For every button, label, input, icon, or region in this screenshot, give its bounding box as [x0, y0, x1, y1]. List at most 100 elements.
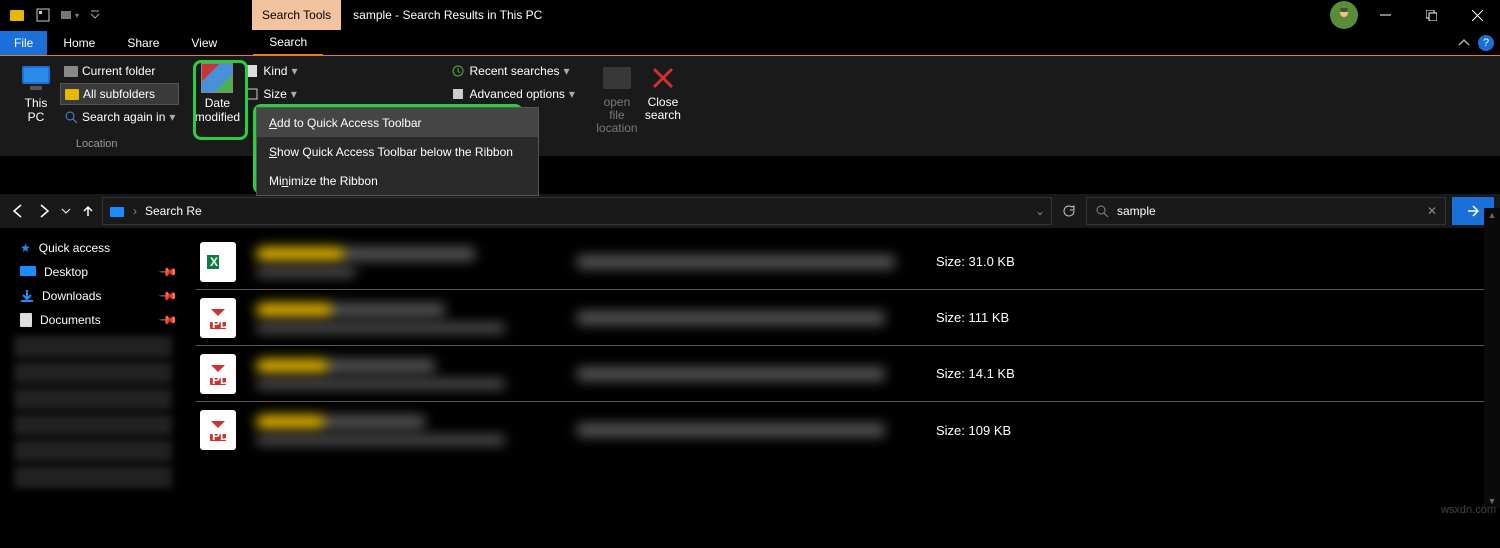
- content-area: ★Quick access Desktop📌 Downloads📌 Docume…: [0, 228, 1500, 548]
- folder-icon: [65, 89, 79, 100]
- path-redacted: [576, 255, 896, 269]
- pin-icon: 📌: [158, 310, 178, 330]
- filename-redacted: [256, 359, 436, 373]
- excel-file-icon: X: [200, 242, 236, 282]
- window-title: sample - Search Results in This PC: [353, 8, 542, 22]
- menu-search[interactable]: Search: [253, 30, 323, 56]
- svg-text:PDF: PDF: [212, 429, 229, 443]
- history-dropdown[interactable]: [58, 199, 74, 223]
- contextual-tab-search-tools[interactable]: Search Tools: [252, 0, 341, 30]
- ctx-add-to-qat[interactable]: Add to Quick Access Toolbar: [257, 108, 538, 137]
- svg-text:X: X: [210, 255, 218, 269]
- scroll-up-icon[interactable]: ▲: [1488, 210, 1497, 220]
- sidebar-item-redacted[interactable]: [14, 388, 172, 410]
- new-folder-icon[interactable]: ▾: [58, 4, 80, 26]
- file-size: Size: 14.1 KB: [936, 366, 1116, 381]
- clear-search-icon[interactable]: ✕: [1427, 204, 1437, 218]
- minimize-button[interactable]: [1362, 0, 1408, 30]
- maximize-button[interactable]: [1408, 0, 1454, 30]
- open-file-location-button[interactable]: open file location: [595, 60, 639, 138]
- sidebar-item-redacted[interactable]: [14, 414, 172, 436]
- pdf-file-icon: PDF: [200, 298, 236, 338]
- path-redacted: [576, 423, 886, 437]
- filename-redacted: [256, 415, 426, 429]
- advanced-options[interactable]: Advanced options▾: [447, 83, 578, 105]
- qat-dropdown-icon[interactable]: [84, 4, 106, 26]
- path-redacted: [576, 311, 886, 325]
- star-icon: ★: [20, 241, 31, 255]
- list-item[interactable]: PDF Size: 111 KB: [196, 290, 1490, 346]
- chevron-down-icon[interactable]: ⌄: [1035, 204, 1045, 218]
- sidebar-desktop[interactable]: Desktop📌: [0, 260, 186, 284]
- folder-open-icon: [601, 62, 633, 94]
- menu-file[interactable]: File: [0, 31, 47, 55]
- this-pc-icon: [20, 62, 52, 94]
- this-pc-label: This PC: [16, 96, 56, 124]
- path-redacted: [576, 367, 886, 381]
- search-value: sample: [1117, 204, 1419, 218]
- date-modified-button[interactable]: Date modified: [195, 60, 239, 126]
- svg-text:PDF: PDF: [212, 317, 229, 331]
- menu-share[interactable]: Share: [111, 30, 175, 56]
- close-icon: [647, 62, 679, 94]
- refresh-button[interactable]: [1054, 197, 1084, 225]
- size-icon: [245, 87, 259, 101]
- kind-option[interactable]: Kind▾: [241, 60, 301, 82]
- menu-home[interactable]: Home: [47, 30, 111, 56]
- close-button[interactable]: [1454, 0, 1500, 30]
- titlebar: ▾ Search Tools sample - Search Results i…: [0, 0, 1500, 30]
- forward-button[interactable]: [32, 199, 56, 223]
- list-item[interactable]: PDF Size: 14.1 KB: [196, 346, 1490, 402]
- filename-redacted: [256, 247, 476, 261]
- sidebar-quick-access[interactable]: ★Quick access: [0, 236, 186, 260]
- recent-searches-option[interactable]: Recent searches▾: [447, 60, 578, 82]
- pdf-file-icon: PDF: [200, 354, 236, 394]
- properties-icon[interactable]: [32, 4, 54, 26]
- help-icon[interactable]: ?: [1478, 35, 1494, 51]
- back-button[interactable]: [6, 199, 30, 223]
- file-size: Size: 31.0 KB: [936, 254, 1116, 269]
- watermark: wsxdn.com: [1441, 504, 1496, 516]
- this-pc-button[interactable]: This PC: [14, 60, 58, 126]
- search-icon: [64, 110, 78, 124]
- document-icon: [20, 313, 32, 327]
- folder-icon[interactable]: [6, 4, 28, 26]
- pin-icon: 📌: [158, 262, 178, 282]
- ctx-minimize-ribbon[interactable]: Minimize the Ribbon: [257, 166, 538, 195]
- user-avatar-icon[interactable]: [1330, 1, 1358, 29]
- address-bar[interactable]: › Search Re ⌄: [102, 197, 1052, 225]
- sidebar-item-redacted[interactable]: [14, 362, 172, 384]
- sidebar-item-redacted[interactable]: [14, 466, 172, 488]
- all-subfolders-option[interactable]: All subfolders: [60, 83, 179, 105]
- sidebar-downloads[interactable]: Downloads📌: [0, 284, 186, 308]
- options-icon: [451, 87, 465, 101]
- sidebar-item-redacted[interactable]: [14, 440, 172, 462]
- search-icon: [1095, 204, 1109, 218]
- list-item[interactable]: PDF Size: 109 KB: [196, 402, 1490, 458]
- current-folder-option[interactable]: Current folder: [60, 60, 179, 82]
- date-modified-label: Date modified: [195, 96, 240, 124]
- ctx-show-qat-below[interactable]: Show Quick Access Toolbar below the Ribb…: [257, 137, 538, 166]
- list-item[interactable]: X Size: 31.0 KB: [196, 234, 1490, 290]
- search-again-option[interactable]: Search again in▾: [60, 106, 179, 128]
- pin-icon: 📌: [158, 286, 178, 306]
- download-icon: [20, 289, 34, 303]
- vertical-scrollbar[interactable]: ▲ ▼: [1484, 208, 1500, 508]
- search-input[interactable]: sample ✕: [1086, 197, 1446, 225]
- folder-icon: [109, 204, 125, 218]
- file-size: Size: 111 KB: [936, 310, 1116, 325]
- close-search-button[interactable]: Close search: [641, 60, 685, 124]
- filename-redacted: [256, 303, 446, 317]
- ribbon-context-menu: Add to Quick Access Toolbar Show Quick A…: [256, 107, 539, 196]
- up-button[interactable]: [76, 199, 100, 223]
- collapse-ribbon-icon[interactable]: [1458, 37, 1470, 49]
- open-location-label: open file location: [596, 96, 637, 136]
- sidebar-item-redacted[interactable]: [14, 336, 172, 358]
- menu-view[interactable]: View: [175, 30, 233, 56]
- size-option[interactable]: Size▾: [241, 83, 301, 105]
- pdf-file-icon: PDF: [200, 410, 236, 450]
- navigation-pane: ★Quick access Desktop📌 Downloads📌 Docume…: [0, 228, 186, 548]
- quick-access-toolbar: ▾: [0, 4, 112, 26]
- sidebar-documents[interactable]: Documents📌: [0, 308, 186, 332]
- menubar: File Home Share View Search ?: [0, 30, 1500, 56]
